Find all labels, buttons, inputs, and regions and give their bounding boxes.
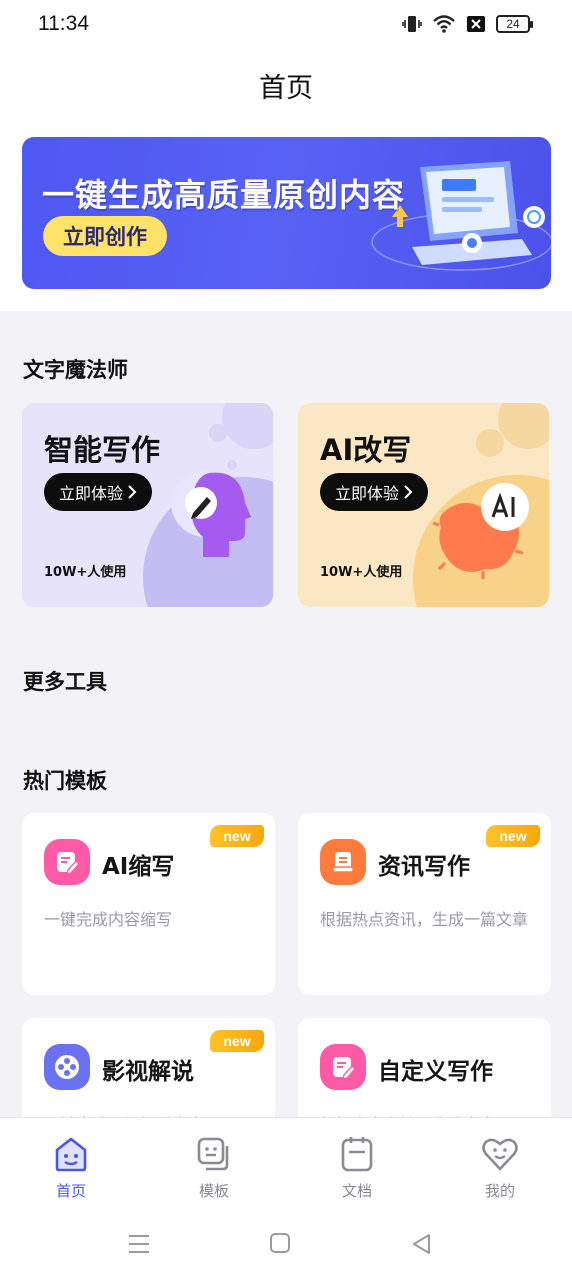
try-now-label: 立即体验: [58, 484, 123, 503]
promo-banner[interactable]: 一键生成高质量原创内容 立即创作: [22, 137, 551, 289]
template-title: 资讯写作: [378, 854, 470, 880]
tab-profile[interactable]: 我的: [450, 1134, 550, 1201]
new-badge: new: [210, 825, 264, 847]
smart-writing-card[interactable]: 智能写作 立即体验 10W+人使用: [22, 403, 273, 607]
template-description: 根据热点资讯，生成一篇文章: [320, 910, 529, 929]
template-description: 一键完成内容缩写: [44, 910, 173, 929]
usage-count: 10W+人使用: [44, 565, 127, 580]
home-square-icon[interactable]: [269, 1232, 291, 1254]
try-now-label: 立即体验: [334, 484, 399, 503]
usage-count: 10W+人使用: [320, 565, 403, 580]
template-card-news-writing[interactable]: 资讯写作 根据热点资讯，生成一篇文章 new: [298, 813, 551, 995]
menu-icon[interactable]: [127, 1232, 151, 1256]
battery-icon: 24: [496, 15, 533, 33]
page-title: 首页: [259, 73, 313, 104]
chevron-right-icon: [128, 485, 137, 499]
banner-headline: 一键生成高质量原创内容: [42, 176, 406, 214]
section-title-magician: 文字魔法师: [23, 358, 128, 382]
news-doc-icon: [320, 839, 366, 885]
status-icons: 24: [402, 14, 533, 34]
tab-home[interactable]: 首页: [21, 1134, 121, 1201]
ai-badge-icon: [413, 475, 549, 607]
ai-rewrite-card[interactable]: AI改写 立即体验 10W+人使用: [298, 403, 549, 607]
vibrate-icon: [402, 16, 422, 32]
section-title-templates: 热门模板: [23, 769, 107, 793]
status-time: 11:34: [38, 12, 89, 35]
tab-documents[interactable]: 文档: [307, 1134, 407, 1201]
template-title: 影视解说: [102, 1059, 194, 1085]
tab-templates[interactable]: 模板: [164, 1134, 264, 1201]
tab-label: 模板: [198, 1182, 229, 1200]
document-icon: [341, 1137, 373, 1172]
system-navigation-bar: [0, 1212, 572, 1280]
profile-heart-icon: [482, 1138, 518, 1171]
home-icon: [55, 1137, 87, 1172]
template-title: AI缩写: [102, 854, 175, 880]
template-card-ai-abridge[interactable]: AI缩写 一键完成内容缩写 new: [22, 813, 275, 995]
doc-pen-icon: [320, 1044, 366, 1090]
tab-label: 首页: [55, 1182, 86, 1200]
start-create-button[interactable]: 立即创作: [43, 216, 167, 256]
section-title-more-tools: 更多工具: [23, 670, 107, 694]
tab-label: 我的: [484, 1182, 515, 1200]
status-bar: 11:34 24: [0, 0, 572, 50]
template-icon: [197, 1137, 229, 1171]
try-now-button[interactable]: 立即体验: [320, 473, 428, 511]
wifi-icon: [433, 15, 455, 33]
doc-pen-icon: [44, 839, 90, 885]
template-title: 自定义写作: [378, 1059, 493, 1085]
new-badge: new: [210, 1030, 264, 1052]
try-now-button[interactable]: 立即体验: [44, 473, 152, 511]
laptop-illustration: [371, 161, 551, 271]
back-triangle-icon[interactable]: [410, 1232, 432, 1256]
card-title: 智能写作: [44, 433, 161, 467]
ai-head-pen-icon: [143, 469, 273, 607]
film-reel-icon: [44, 1044, 90, 1090]
tab-label: 文档: [341, 1182, 372, 1200]
chevron-right-icon: [404, 485, 413, 499]
new-badge: new: [486, 825, 540, 847]
card-title: AI改写: [320, 433, 412, 467]
sim-off-icon: [467, 16, 485, 32]
